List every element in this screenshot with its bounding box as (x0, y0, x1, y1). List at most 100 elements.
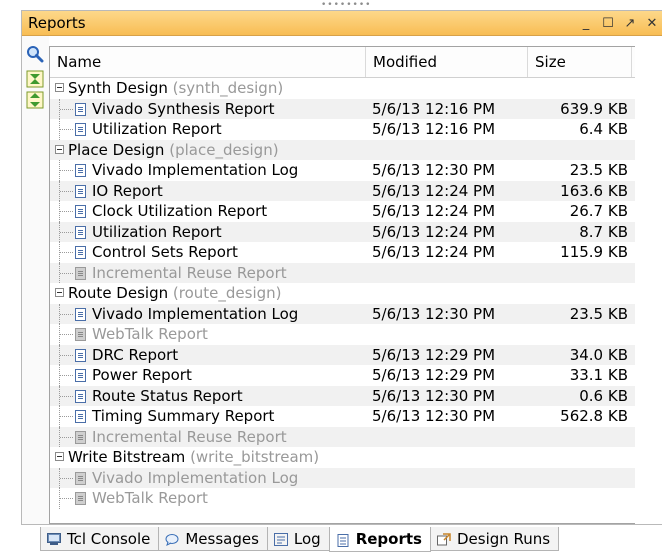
report-name: IO Report (92, 181, 163, 200)
report-row[interactable]: Clock Utilization Report 5/6/13 12:24 PM 2… (50, 201, 635, 222)
report-row[interactable]: Route Status Report 5/6/13 12:30 PM 0.6 KB (50, 385, 635, 406)
log-icon (273, 532, 288, 546)
report-row[interactable]: Incremental Reuse Report (50, 262, 635, 283)
tree-line (60, 190, 73, 192)
report-name: Power Report (92, 366, 192, 384)
tab-design-runs[interactable]: Design Runs (429, 527, 560, 551)
modified-cell: 5/6/13 12:24 PM (372, 222, 496, 241)
report-document-icon (75, 492, 86, 505)
modified-cell (372, 468, 532, 489)
report-row[interactable]: Vivado Synthesis Report 5/6/13 12:16 PM 63… (50, 98, 635, 119)
modified-cell (372, 324, 532, 345)
expand-all-icon[interactable] (26, 91, 44, 109)
tree-line (60, 313, 73, 315)
tab-tcl-console[interactable]: Tcl Console (40, 527, 160, 551)
column-header-modified[interactable]: Modified (366, 47, 528, 77)
size-cell: 23.5 KB (569, 161, 628, 179)
report-row[interactable]: Utilization Report 5/6/13 12:24 PM 8.7 KB (50, 221, 635, 242)
group-run-name: (synth_design) (172, 79, 284, 97)
panel-title: Reports (28, 14, 86, 32)
tree-group-row[interactable]: Place Design (place_design) (50, 139, 635, 161)
collapse-toggle-icon[interactable] (55, 144, 64, 154)
size-cell: 6.4 KB (579, 120, 628, 138)
tab-label: Log (293, 529, 321, 548)
report-document-icon (75, 225, 86, 239)
report-row[interactable]: Vivado Implementation Log 5/6/13 12:30 PM… (50, 303, 635, 324)
name-cell: WebTalk Report (50, 488, 366, 509)
collapse-toggle-icon[interactable] (55, 452, 64, 461)
report-document-icon (75, 164, 86, 177)
modified-cell (372, 488, 532, 509)
maximize-button[interactable]: ☐ (597, 12, 619, 34)
modified-cell: 5/6/13 12:30 PM (372, 161, 496, 179)
report-row[interactable]: Timing Summary Report 5/6/13 12:30 PM 562.… (50, 406, 635, 427)
size-cell: 0.6 KB (579, 386, 628, 405)
report-name: Vivado Implementation Log (92, 161, 299, 179)
tree-line (60, 477, 73, 479)
panel-drag-grip[interactable]: •••••••• (321, 1, 371, 10)
report-row[interactable]: Power Report 5/6/13 12:29 PM 33.1 KB (50, 365, 635, 386)
size-cell: 163.6 KB (560, 181, 628, 200)
group-label: Place Design (place_design) (68, 140, 279, 161)
design-runs-icon (436, 532, 451, 546)
minimize-button[interactable]: _ (575, 12, 597, 34)
collapse-all-icon[interactable] (26, 70, 44, 88)
bottom-tab-bar: Tcl Console Messages Log Reports Design … (40, 527, 560, 552)
close-button[interactable]: ✕ (641, 12, 662, 34)
report-row[interactable]: Incremental Reuse Report (50, 426, 635, 447)
reports-title-bar[interactable]: Reports _ ☐ ↗ ✕ (22, 11, 662, 36)
tree-group-row[interactable]: Route Design (route_design) (50, 283, 635, 304)
modified-cell: 5/6/13 12:24 PM (372, 243, 496, 261)
size-cell: 26.7 KB (569, 202, 628, 220)
search-icon[interactable] (26, 45, 44, 63)
report-row[interactable]: DRC Report 5/6/13 12:29 PM 34.0 KB (50, 344, 635, 365)
tree-line (60, 170, 73, 171)
name-cell: Place Design (place_design) (50, 140, 366, 161)
report-row[interactable]: IO Report 5/6/13 12:24 PM 163.6 KB (50, 180, 635, 201)
name-cell: WebTalk Report (50, 324, 366, 345)
reports-table: Name Modified Size Synth Design (synth_d… (49, 46, 635, 524)
collapse-toggle-icon[interactable] (55, 288, 64, 297)
column-header-size[interactable]: Size (528, 47, 632, 77)
tab-messages[interactable]: Messages (158, 527, 268, 551)
size-cell: 8.7 KB (579, 222, 628, 241)
group-run-name: (write_bitstream) (190, 448, 320, 466)
report-document-icon (75, 410, 86, 423)
tab-reports[interactable]: Reports (328, 527, 431, 552)
tree-line (60, 252, 73, 253)
tree-line (60, 498, 73, 499)
tab-label: Design Runs (456, 529, 551, 548)
tab-log[interactable]: Log (266, 527, 330, 551)
float-button[interactable]: ↗ (619, 12, 641, 34)
column-header-name[interactable]: Name (50, 47, 366, 77)
tree-line (60, 129, 73, 130)
size-cell (534, 324, 628, 345)
report-row[interactable]: Utilization Report 5/6/13 12:16 PM 6.4 KB (50, 119, 635, 140)
tree-group-row[interactable]: Write Bitstream (write_bitstream) (50, 447, 635, 468)
report-row[interactable]: WebTalk Report (50, 324, 635, 345)
report-document-icon (75, 471, 86, 485)
tree-line (60, 108, 73, 110)
report-document-icon (75, 184, 86, 198)
tree-group-row[interactable]: Synth Design (synth_design) (50, 78, 635, 99)
tab-label: Reports (355, 530, 422, 548)
group-run-name: (route_design) (172, 284, 282, 302)
reports-panel: Reports _ ☐ ↗ ✕ Name Modified Size Synth… (21, 10, 662, 525)
report-document-icon (75, 328, 86, 341)
modified-cell: 5/6/13 12:16 PM (372, 120, 496, 138)
vertical-toolbar (22, 36, 49, 524)
name-cell: Clock Utilization Report (50, 201, 366, 222)
report-row[interactable]: Control Sets Report 5/6/13 12:24 PM 115.9 … (50, 242, 635, 263)
report-row[interactable]: Vivado Implementation Log 5/6/13 12:30 PM… (50, 160, 635, 181)
report-row[interactable]: WebTalk Report (50, 488, 635, 509)
group-name: Write Bitstream (68, 448, 186, 466)
size-cell: 23.5 KB (569, 304, 628, 323)
tab-label: Tcl Console (67, 529, 151, 548)
group-label: Synth Design (synth_design) (68, 78, 283, 99)
report-name: Utilization Report (92, 222, 222, 241)
report-row[interactable]: Vivado Implementation Log (50, 467, 635, 489)
group-name: Route Design (68, 284, 169, 302)
report-document-icon (75, 102, 86, 116)
table-header: Name Modified Size (50, 47, 635, 78)
collapse-toggle-icon[interactable] (55, 83, 64, 92)
